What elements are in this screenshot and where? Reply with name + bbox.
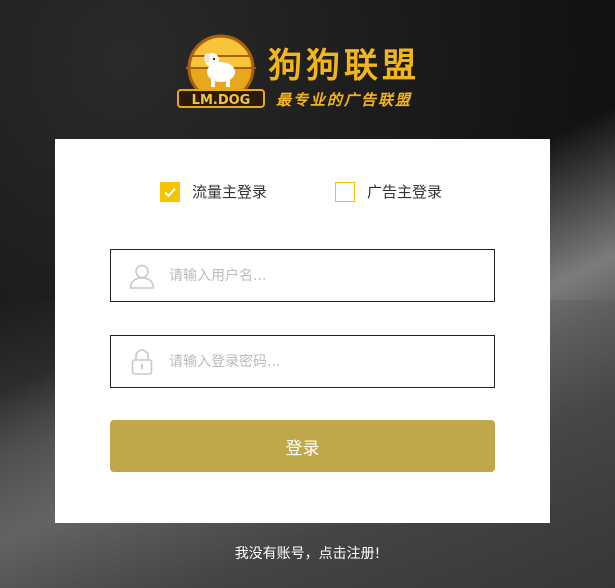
dog-logo-icon: LM.DOG: [177, 34, 265, 108]
register-link[interactable]: 我没有账号，点击注册!: [0, 543, 615, 563]
brand-title: 狗狗联盟: [268, 46, 420, 86]
password-input[interactable]: [167, 335, 494, 388]
advertiser-login-label: 广告主登录: [367, 183, 443, 201]
brand-slogan: 最专业的广告联盟: [276, 91, 413, 109]
login-button[interactable]: 登录: [110, 420, 495, 472]
username-field[interactable]: [110, 249, 495, 302]
advertiser-checkbox[interactable]: [335, 181, 355, 202]
logo-badge-text: LM.DOG: [192, 93, 251, 108]
password-field[interactable]: [110, 335, 495, 388]
user-icon: [127, 261, 157, 291]
login-type-advertiser[interactable]: 广告主登录: [335, 181, 442, 202]
publisher-checkbox[interactable]: [160, 181, 180, 202]
login-type-publisher[interactable]: 流量主登录: [160, 181, 267, 202]
lock-icon: [127, 347, 157, 377]
publisher-login-label: 流量主登录: [192, 183, 268, 201]
login-card: 流量主登录 广告主登录 登录: [55, 139, 550, 523]
checkmark-icon: [164, 187, 176, 197]
username-input[interactable]: [167, 249, 494, 302]
brand-logo: LM.DOG 狗狗联盟 最专业的广告联盟: [176, 34, 436, 114]
